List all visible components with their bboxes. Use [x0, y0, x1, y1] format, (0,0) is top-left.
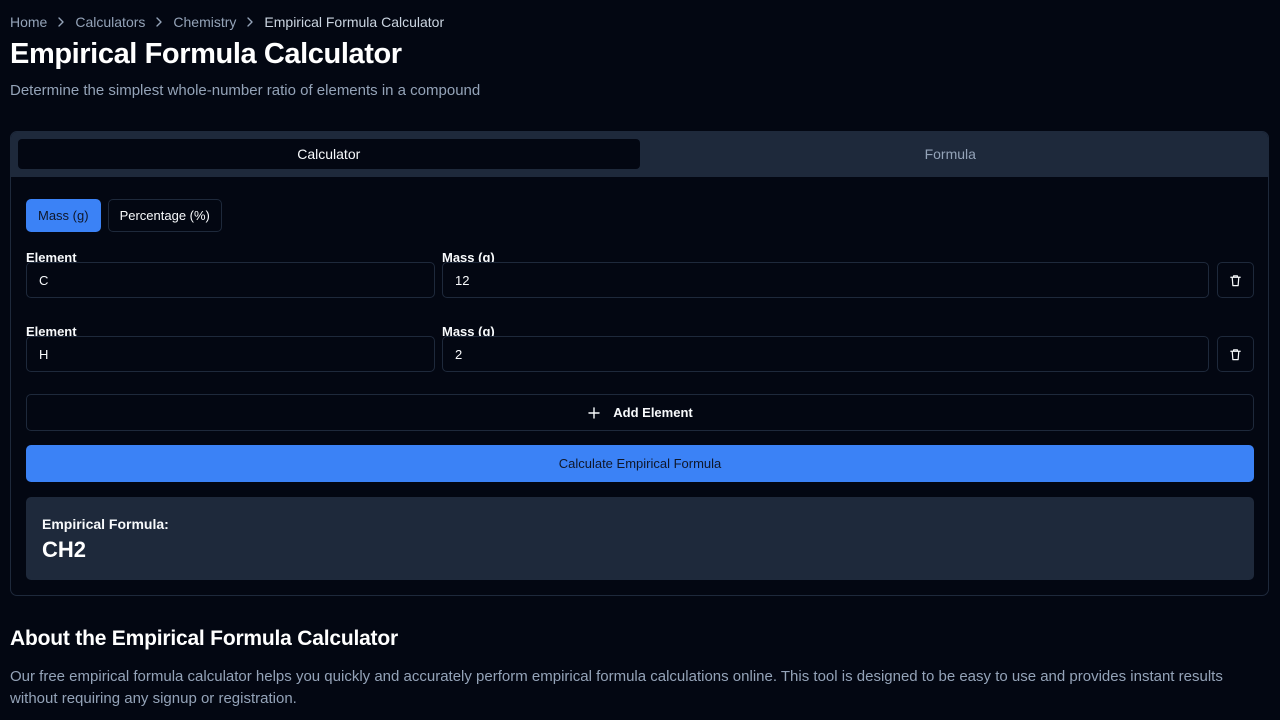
result-value: CH2 — [42, 537, 87, 562]
add-element-label: Add Element — [613, 405, 693, 420]
tab-list: Calculator Formula — [11, 132, 1268, 177]
about-title: About the Empirical Formula Calculator — [10, 627, 398, 650]
chevron-right-icon — [236, 16, 264, 28]
tab-calculator[interactable]: Calculator — [18, 139, 640, 169]
delete-row-button[interactable] — [1217, 336, 1254, 372]
about-text: Our free empirical formula calculator he… — [10, 668, 1223, 707]
page-subtitle: Determine the simplest whole-number rati… — [10, 82, 481, 99]
result-label: Empirical Formula: — [42, 516, 169, 532]
breadcrumb: Home Calculators Chemistry Empirical For… — [10, 13, 444, 31]
chevron-right-icon — [145, 16, 173, 28]
mass-input[interactable]: 2 — [442, 336, 1209, 372]
page-title: Empirical Formula Calculator — [10, 38, 402, 70]
element-row: Element C Mass (g) 12 — [26, 250, 1254, 310]
element-row: Element H Mass (g) 2 — [26, 324, 1254, 384]
breadcrumb-current: Empirical Formula Calculator — [264, 14, 445, 30]
delete-row-button[interactable] — [1217, 262, 1254, 298]
calculator-card: Calculator Formula Mass (g) Percentage (… — [10, 131, 1269, 596]
trash-icon — [1230, 348, 1241, 360]
add-element-button[interactable]: Add Element — [26, 394, 1254, 431]
result-panel: Empirical Formula: CH2 — [26, 497, 1254, 580]
page: Home Calculators Chemistry Empirical For… — [0, 0, 1280, 720]
mode-percentage-button[interactable]: Percentage (%) — [107, 199, 222, 232]
mode-mass-button[interactable]: Mass (g) — [26, 199, 101, 232]
element-input[interactable]: H — [26, 336, 435, 372]
calculate-button[interactable]: Calculate Empirical Formula — [26, 445, 1254, 482]
trash-icon — [1230, 274, 1241, 286]
breadcrumb-calculators[interactable]: Calculators — [75, 14, 145, 30]
mass-input[interactable]: 12 — [442, 262, 1209, 298]
element-input[interactable]: C — [26, 262, 435, 298]
breadcrumb-chemistry[interactable]: Chemistry — [173, 14, 236, 30]
mode-toggle: Mass (g) Percentage (%) — [26, 199, 222, 232]
tab-formula[interactable]: Formula — [640, 139, 1262, 169]
chevron-right-icon — [47, 16, 75, 28]
plus-icon — [588, 406, 600, 419]
breadcrumb-home[interactable]: Home — [10, 14, 47, 30]
